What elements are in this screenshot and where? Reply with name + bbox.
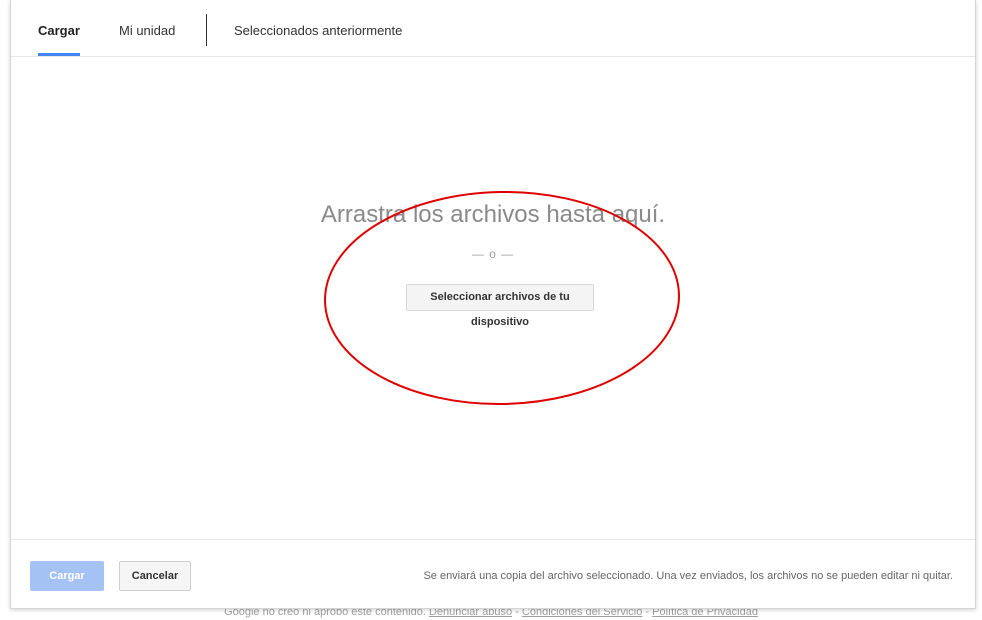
dialog-footer: Cargar Cancelar Se enviará una copia del…	[11, 539, 975, 609]
active-tab-indicator	[38, 53, 80, 56]
tab-label: Mi unidad	[119, 23, 176, 38]
tab-bar: Cargar Mi unidad Seleccionados anteriorm…	[11, 0, 975, 57]
tab-label: Seleccionados anteriormente	[234, 23, 403, 38]
tab-label: Cargar	[38, 23, 80, 38]
tab-divider	[206, 14, 207, 46]
cancel-button[interactable]: Cancelar	[119, 561, 191, 591]
tab-upload[interactable]: Cargar	[38, 0, 80, 56]
or-separator: — o —	[471, 247, 515, 261]
upload-button[interactable]: Cargar	[30, 561, 104, 591]
drop-zone[interactable]: Arrastra los archivos hasta aquí. — o — …	[11, 57, 975, 539]
tab-my-drive[interactable]: Mi unidad	[119, 0, 175, 56]
file-picker-dialog: Cargar Mi unidad Seleccionados anteriorm…	[10, 0, 976, 609]
drop-zone-title: Arrastra los archivos hasta aquí.	[320, 201, 666, 228]
upload-notice: Se enviará una copia del archivo selecci…	[423, 570, 953, 582]
select-files-button[interactable]: Seleccionar archivos de tu dispositivo	[406, 284, 594, 328]
tab-recently-selected[interactable]: Seleccionados anteriormente	[234, 0, 402, 56]
